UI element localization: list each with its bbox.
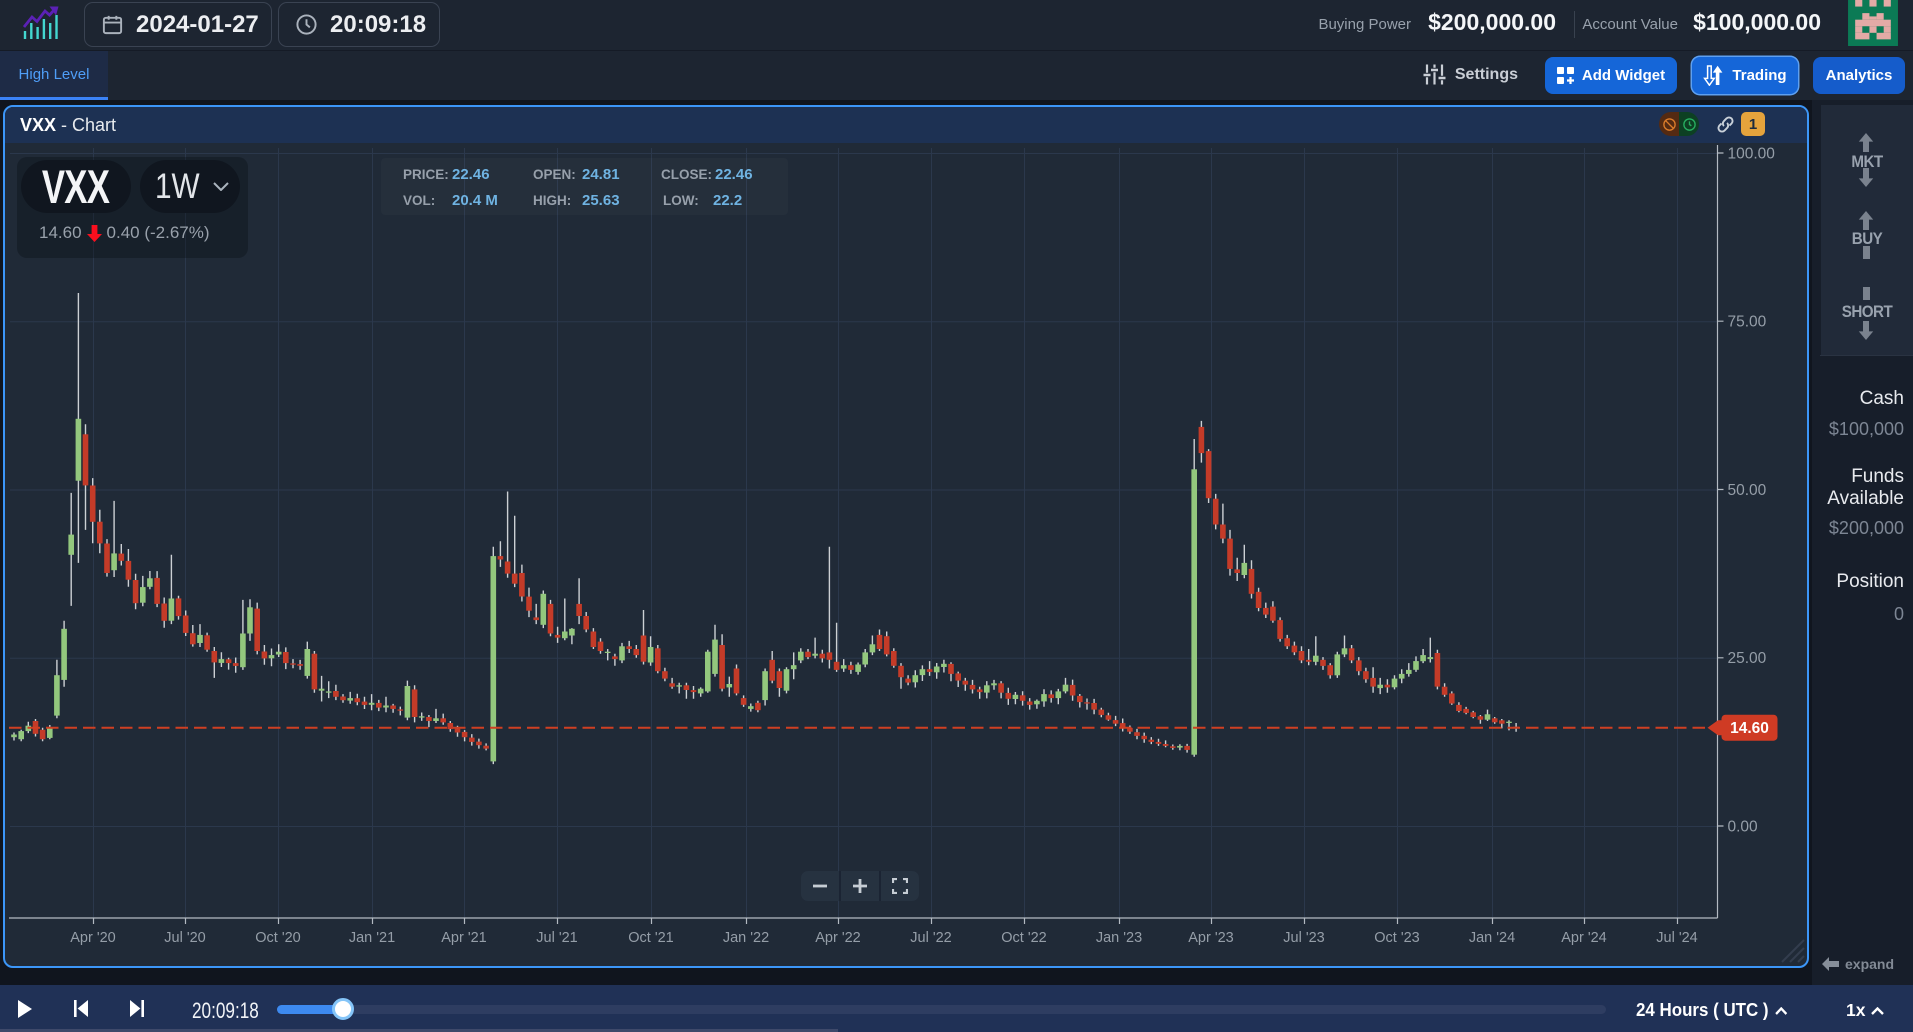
- svg-text:Apr '22: Apr '22: [815, 930, 861, 946]
- svg-text:Jan '24: Jan '24: [1469, 930, 1515, 946]
- svg-text:Oct '20: Oct '20: [255, 930, 300, 946]
- svg-text:14.60: 14.60: [1730, 720, 1769, 737]
- svg-text:Jul '20: Jul '20: [164, 930, 205, 946]
- svg-text:Apr '24: Apr '24: [1561, 930, 1607, 946]
- svg-text:75.00: 75.00: [1728, 314, 1767, 331]
- svg-text:Apr '21: Apr '21: [441, 930, 487, 946]
- svg-text:Jan '22: Jan '22: [723, 930, 769, 946]
- svg-text:Jul '22: Jul '22: [910, 930, 951, 946]
- svg-text:50.00: 50.00: [1728, 482, 1767, 499]
- svg-text:Jan '21: Jan '21: [349, 930, 395, 946]
- svg-text:Oct '23: Oct '23: [1374, 930, 1419, 946]
- svg-text:Jan '23: Jan '23: [1096, 930, 1142, 946]
- svg-text:Oct '22: Oct '22: [1001, 930, 1046, 946]
- svg-text:100.00: 100.00: [1728, 146, 1776, 163]
- svg-text:Jul '23: Jul '23: [1283, 930, 1324, 946]
- svg-text:Apr '23: Apr '23: [1188, 930, 1234, 946]
- svg-text:Apr '20: Apr '20: [70, 930, 116, 946]
- svg-text:Oct '21: Oct '21: [628, 930, 673, 946]
- svg-text:0.00: 0.00: [1728, 819, 1759, 836]
- svg-text:25.00: 25.00: [1728, 650, 1767, 667]
- svg-text:Jul '24: Jul '24: [1656, 930, 1697, 946]
- svg-text:Jul '21: Jul '21: [536, 930, 577, 946]
